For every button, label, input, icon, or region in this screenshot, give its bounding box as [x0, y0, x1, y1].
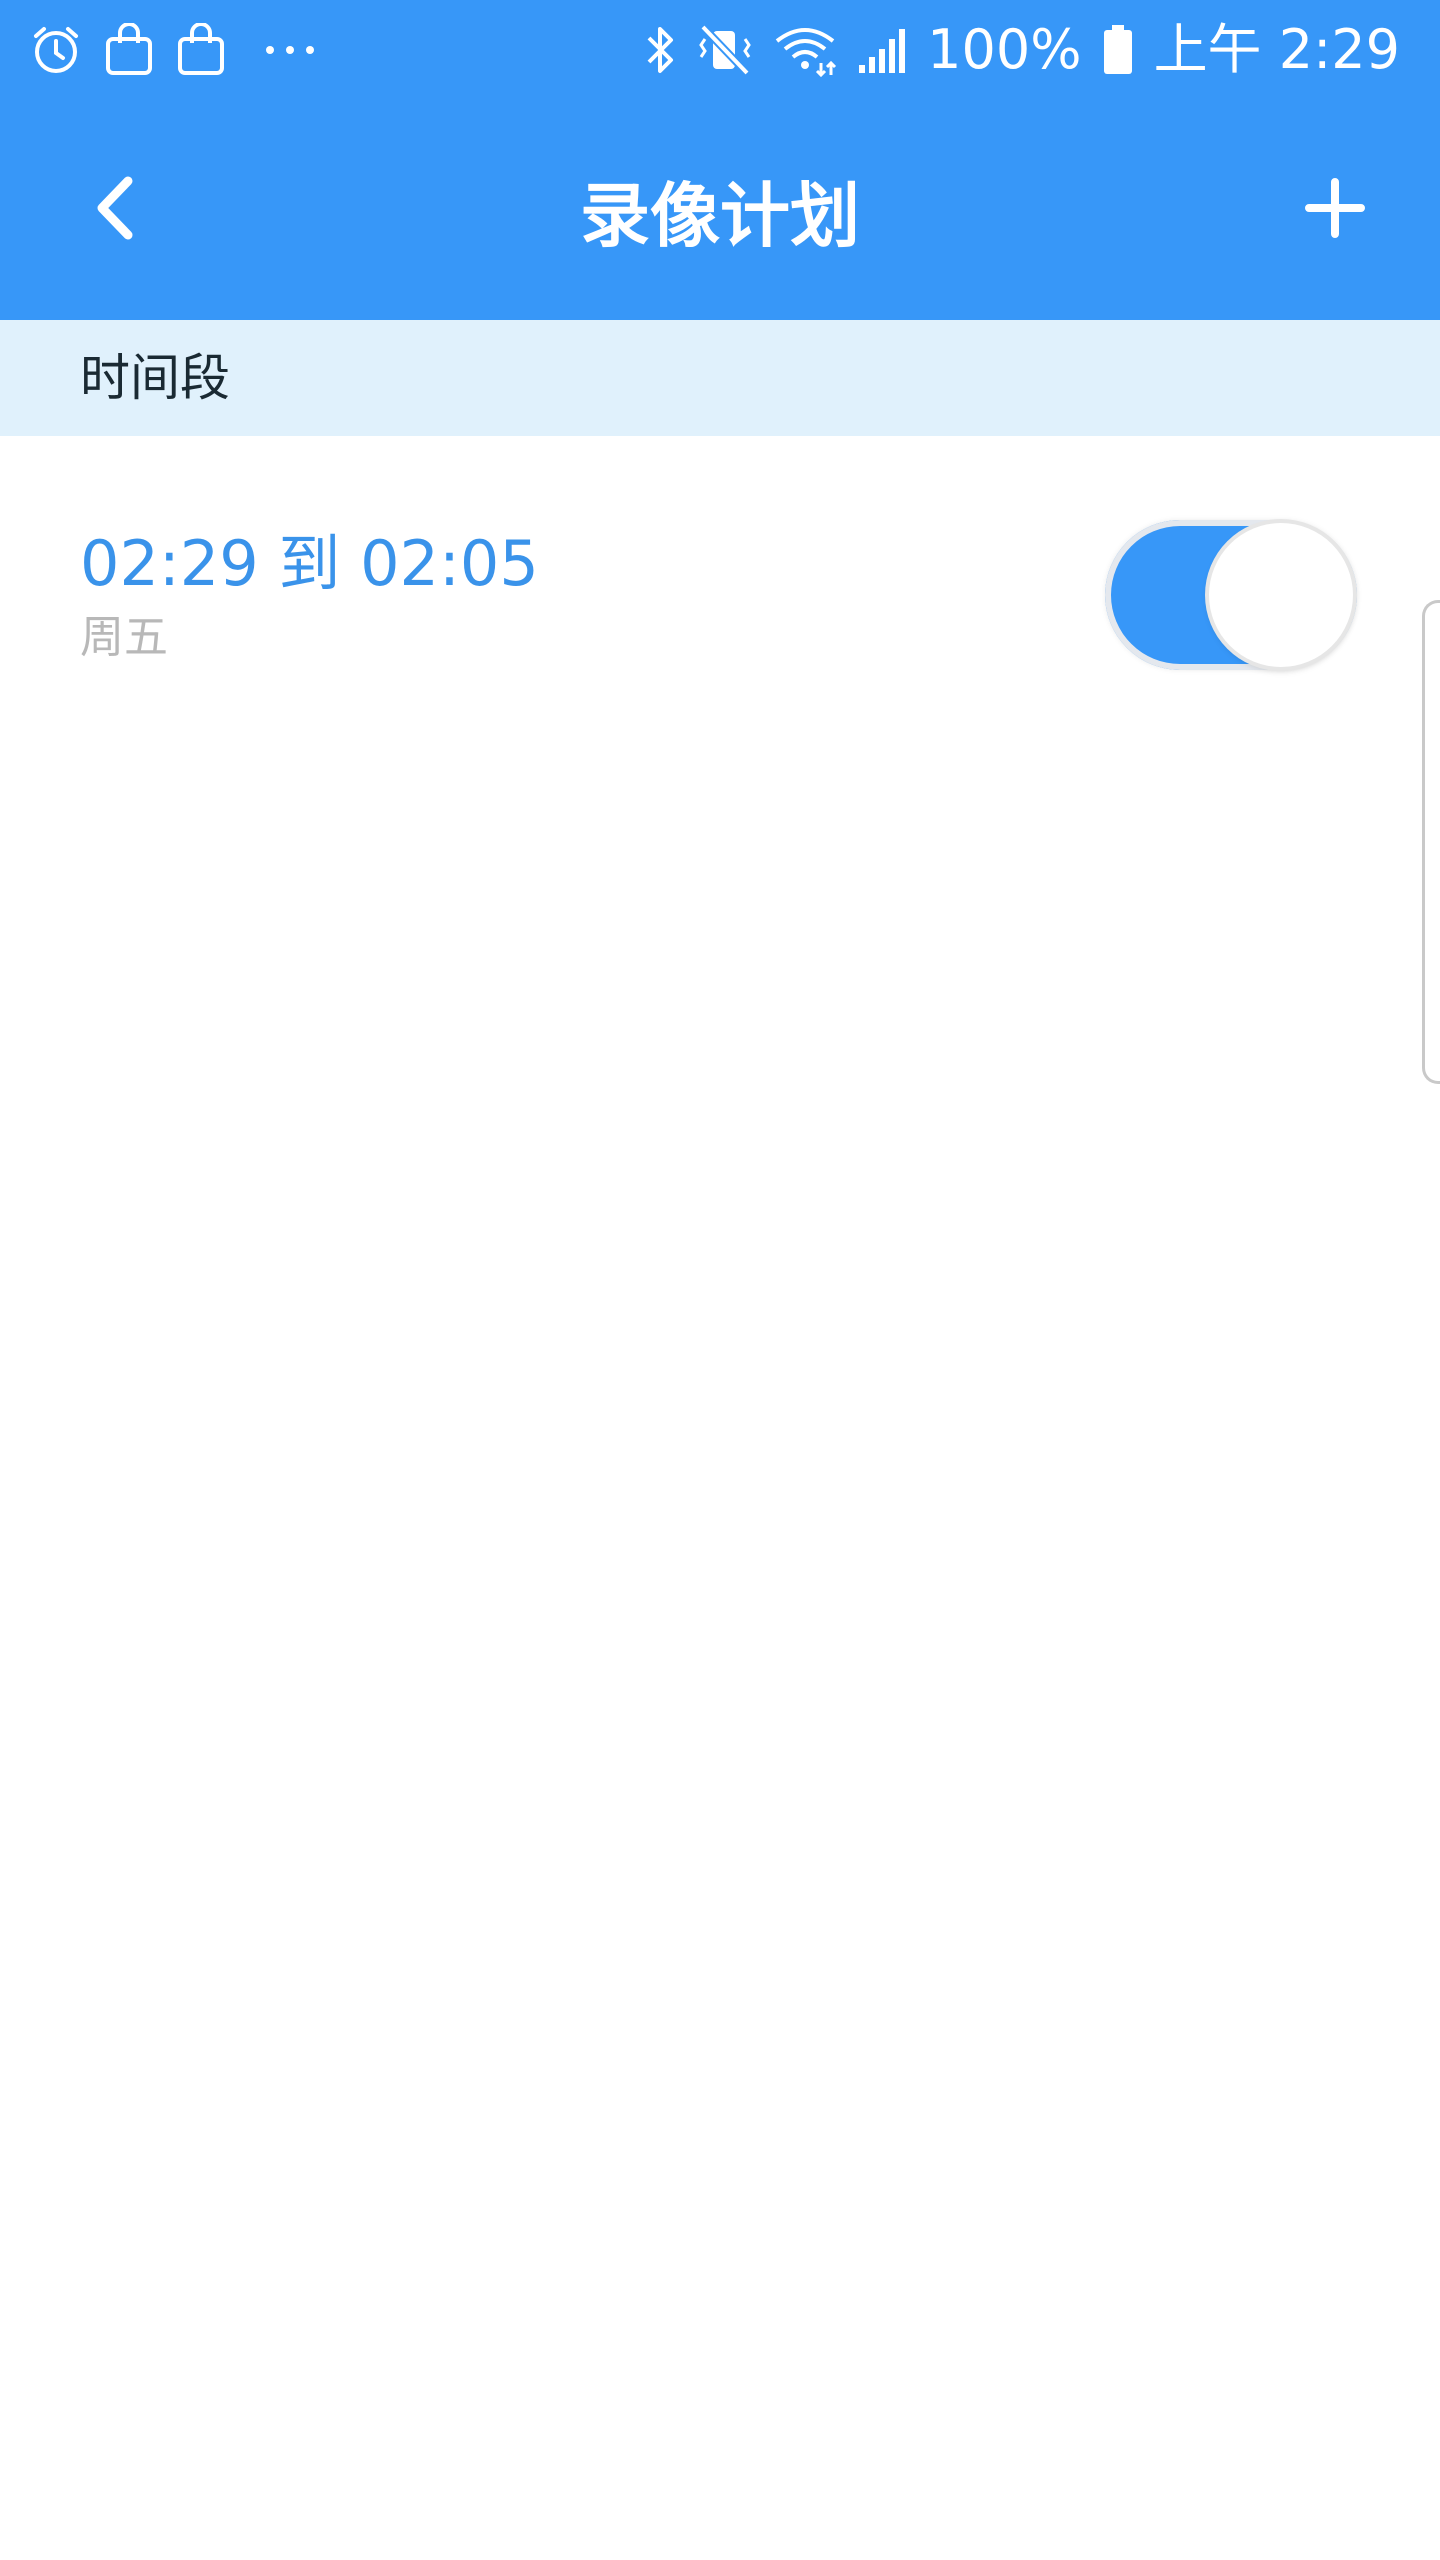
shopping-bag-icon [176, 23, 226, 77]
back-button[interactable] [60, 155, 170, 265]
status-left-icons [30, 18, 318, 82]
chevron-left-icon [90, 173, 140, 247]
edge-panel-handle[interactable] [1422, 600, 1440, 1084]
schedule-days: 周五 [80, 612, 168, 663]
status-bar: 100% 上午 2:29 [0, 0, 1440, 100]
vibrate-mute-icon [697, 23, 753, 77]
bluetooth-icon [643, 23, 677, 77]
battery-percent: 100% [927, 18, 1082, 81]
signal-icon [857, 25, 907, 75]
section-header: 时间段 [0, 320, 1440, 436]
page-title: 录像计划 [580, 174, 860, 257]
status-time: 上午 2:29 [1153, 18, 1400, 81]
status-right-icons: 100% 上午 2:29 [643, 18, 1400, 82]
toolbar: 录像计划 [0, 100, 1440, 320]
schedule-toggle[interactable] [1105, 520, 1357, 670]
wifi-icon [773, 23, 837, 77]
list-item[interactable]: 02:29 到 02:05 周五 [0, 436, 1440, 756]
shopping-bag-icon [104, 23, 154, 77]
toggle-knob [1209, 523, 1353, 667]
battery-icon [1102, 23, 1134, 77]
plus-icon [1305, 178, 1365, 242]
more-dots-icon [262, 40, 318, 60]
section-header-label: 时间段 [80, 349, 230, 407]
add-schedule-button[interactable] [1280, 155, 1390, 265]
alarm-icon [30, 24, 82, 76]
schedule-time-range: 02:29 到 02:05 [80, 527, 539, 600]
